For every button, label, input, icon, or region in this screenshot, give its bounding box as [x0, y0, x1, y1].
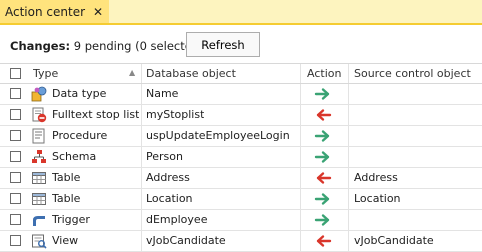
table-icon: [31, 191, 47, 207]
column-header-source-control-object[interactable]: Source control object: [354, 64, 471, 83]
arrow-right-icon[interactable]: [314, 150, 332, 164]
row-source-control-object: vJobCandidate: [354, 234, 434, 247]
sort-ascending-icon[interactable]: ▲: [129, 68, 135, 77]
row-source-control-object: Address: [354, 171, 398, 184]
row-type: Data type: [52, 87, 107, 100]
row-database-object: Address: [146, 171, 190, 184]
row-type: Procedure: [52, 129, 108, 142]
arrow-right-icon[interactable]: [314, 192, 332, 206]
row-type: View: [52, 234, 79, 247]
refresh-button[interactable]: Refresh: [186, 32, 260, 57]
row-database-object: Name: [146, 87, 179, 100]
row-checkbox[interactable]: [10, 193, 21, 204]
view-icon: [31, 233, 47, 249]
table-row[interactable]: Table Location Location: [0, 189, 482, 210]
table-icon: [31, 170, 47, 186]
tab-bar: Action center ✕: [0, 0, 482, 25]
row-checkbox[interactable]: [10, 109, 21, 120]
tab-title: Action center: [5, 4, 86, 19]
row-checkbox[interactable]: [10, 151, 21, 162]
arrow-right-icon[interactable]: [314, 87, 332, 101]
procedure-icon: [31, 128, 47, 144]
close-icon[interactable]: ✕: [93, 5, 103, 19]
select-all-checkbox[interactable]: [10, 68, 21, 79]
grid-header: Type ▲ Database object Action Source con…: [0, 63, 482, 84]
row-database-object: vJobCandidate: [146, 234, 226, 247]
table-row[interactable]: Trigger dEmployee: [0, 210, 482, 231]
row-database-object: uspUpdateEmployeeLogin: [146, 129, 290, 142]
row-database-object: Person: [146, 150, 183, 163]
row-source-control-object: Location: [354, 192, 401, 205]
row-checkbox[interactable]: [10, 214, 21, 225]
arrow-right-icon[interactable]: [314, 129, 332, 143]
arrow-right-icon[interactable]: [314, 213, 332, 227]
row-type: Trigger: [52, 213, 90, 226]
tab-action-center[interactable]: Action center ✕: [0, 0, 110, 23]
changes-grid: Type ▲ Database object Action Source con…: [0, 63, 482, 252]
table-row[interactable]: Schema Person: [0, 147, 482, 168]
changes-summary: Changes: 9 pending (0 selected): [10, 39, 204, 53]
row-type: Table: [52, 192, 81, 205]
data-type-icon: [31, 86, 47, 102]
fulltext-stoplist-icon: [31, 107, 47, 123]
row-type: Fulltext stop list: [52, 108, 140, 121]
row-checkbox[interactable]: [10, 172, 21, 183]
table-row[interactable]: View vJobCandidate vJobCandidate: [0, 231, 482, 252]
row-type: Schema: [52, 150, 97, 163]
schema-icon: [31, 149, 47, 165]
table-row[interactable]: Table Address Address: [0, 168, 482, 189]
row-database-object: myStoplist: [146, 108, 205, 121]
column-header-type[interactable]: Type: [33, 64, 58, 83]
row-database-object: Location: [146, 192, 193, 205]
changes-count: 9 pending (0 selected): [73, 39, 204, 53]
row-checkbox[interactable]: [10, 235, 21, 246]
column-header-action[interactable]: Action: [307, 64, 341, 83]
row-type: Table: [52, 171, 81, 184]
table-row[interactable]: Fulltext stop list myStoplist: [0, 105, 482, 126]
row-checkbox[interactable]: [10, 88, 21, 99]
changes-label: Changes:: [10, 39, 71, 53]
column-header-database-object[interactable]: Database object: [146, 64, 236, 83]
arrow-left-icon[interactable]: [314, 108, 332, 122]
row-database-object: dEmployee: [146, 213, 208, 226]
table-row[interactable]: Data type Name: [0, 84, 482, 105]
trigger-icon: [31, 212, 47, 228]
table-row[interactable]: Procedure uspUpdateEmployeeLogin: [0, 126, 482, 147]
arrow-left-icon[interactable]: [314, 171, 332, 185]
row-checkbox[interactable]: [10, 130, 21, 141]
arrow-left-icon[interactable]: [314, 234, 332, 248]
